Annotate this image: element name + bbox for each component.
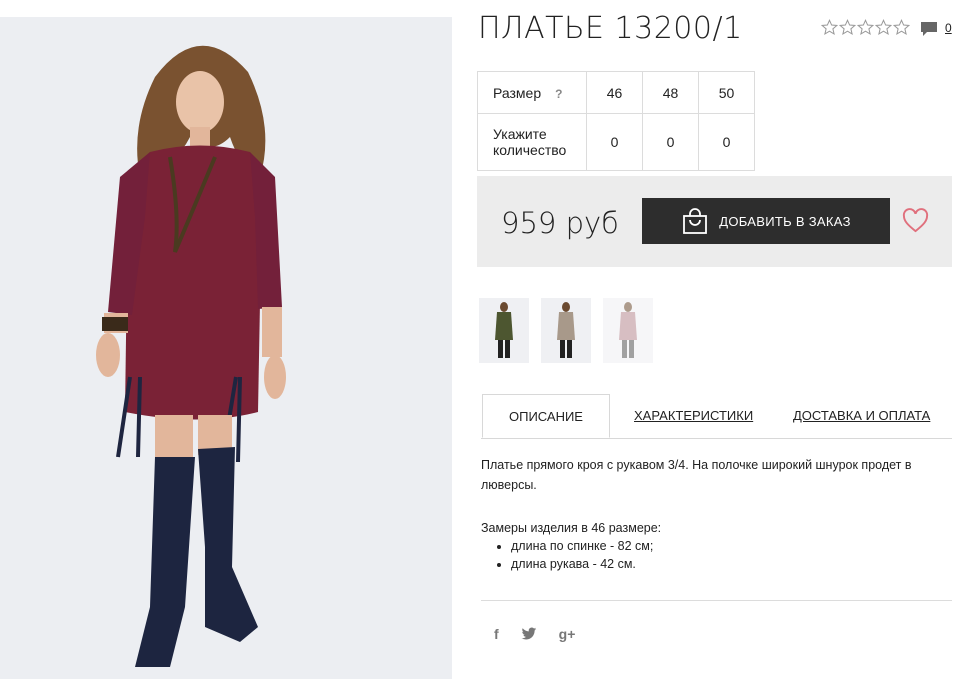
add-to-order-button[interactable]: ДОБАВИТЬ В ЗАКАЗ bbox=[642, 198, 890, 244]
star-icon[interactable] bbox=[875, 19, 892, 36]
thumbnail-pink-dress[interactable] bbox=[603, 298, 653, 363]
description-text-block: Платье прямого кроя с рукавом 3/4. На по… bbox=[481, 455, 951, 495]
star-icon[interactable] bbox=[839, 19, 856, 36]
comment-icon[interactable] bbox=[920, 20, 938, 38]
size-quantity-table: Размер? 46 48 50 Укажите количество bbox=[477, 71, 755, 171]
quantity-label: Укажите количество bbox=[477, 113, 587, 171]
size-48: 48 bbox=[642, 71, 699, 114]
googleplus-icon[interactable]: g+ bbox=[559, 626, 576, 642]
thumbnail-olive-dress[interactable] bbox=[479, 298, 529, 363]
quantity-input-46[interactable] bbox=[592, 133, 637, 151]
qty-cell-48 bbox=[642, 113, 699, 171]
heart-icon[interactable] bbox=[902, 208, 929, 233]
price-bar: 959 руб ДОБАВИТЬ В ЗАКАЗ bbox=[477, 176, 952, 267]
qty-cell-50 bbox=[698, 113, 755, 171]
size-50: 50 bbox=[698, 71, 755, 114]
price: 959 руб bbox=[501, 206, 619, 240]
star-icon[interactable] bbox=[893, 19, 910, 36]
tab-delivery-payment[interactable]: ДОСТАВКА И ОПЛАТА bbox=[793, 394, 930, 438]
size-label: Размер bbox=[493, 84, 542, 101]
star-icon[interactable] bbox=[821, 19, 838, 36]
measures-title: Замеры изделия в 46 размере: bbox=[481, 521, 662, 535]
measures-list: длина по спинке - 82 см; длина рукава - … bbox=[481, 537, 661, 573]
product-main-photo[interactable] bbox=[0, 17, 452, 679]
twitter-icon[interactable] bbox=[521, 627, 537, 641]
beige-dress-thumb-image bbox=[557, 302, 575, 358]
thumbnail-beige-dress[interactable] bbox=[541, 298, 591, 363]
size-46: 46 bbox=[586, 71, 643, 114]
description-text: Платье прямого кроя с рукавом 3/4. На по… bbox=[481, 458, 912, 492]
shopping-bag-icon bbox=[683, 208, 708, 234]
rating-stars[interactable] bbox=[821, 19, 910, 36]
tab-description[interactable]: ОПИСАНИЕ bbox=[482, 394, 610, 438]
measure-item: длина рукава - 42 см. bbox=[511, 555, 661, 573]
divider bbox=[481, 600, 952, 601]
comments-count-link[interactable]: 0 bbox=[945, 21, 952, 35]
tab-characteristics[interactable]: ХАРАКТЕРИСТИКИ bbox=[634, 394, 753, 438]
facebook-icon[interactable]: f bbox=[494, 626, 499, 642]
size-help-icon[interactable]: ? bbox=[555, 87, 562, 101]
size-label-cell: Размер? bbox=[477, 71, 587, 114]
measure-item: длина по спинке - 82 см; bbox=[511, 537, 661, 555]
product-title: ПЛАТЬЕ 13200/1 bbox=[478, 11, 743, 46]
olive-dress-thumb-image bbox=[495, 302, 513, 358]
qty-cell-46 bbox=[586, 113, 643, 171]
quantity-input-48[interactable] bbox=[648, 133, 693, 151]
star-icon[interactable] bbox=[857, 19, 874, 36]
color-thumbnails bbox=[479, 298, 653, 363]
social-share: f g+ bbox=[494, 626, 575, 642]
measures-block: Замеры изделия в 46 размере: длина по сп… bbox=[481, 519, 661, 573]
product-tabs: ОПИСАНИЕ ХАРАКТЕРИСТИКИ ДОСТАВКА И ОПЛАТ… bbox=[481, 394, 952, 439]
model-photo-illustration bbox=[0, 17, 452, 679]
quantity-input-50[interactable] bbox=[704, 133, 749, 151]
pink-dress-thumb-image bbox=[619, 302, 637, 358]
add-to-order-label: ДОБАВИТЬ В ЗАКАЗ bbox=[719, 213, 851, 229]
